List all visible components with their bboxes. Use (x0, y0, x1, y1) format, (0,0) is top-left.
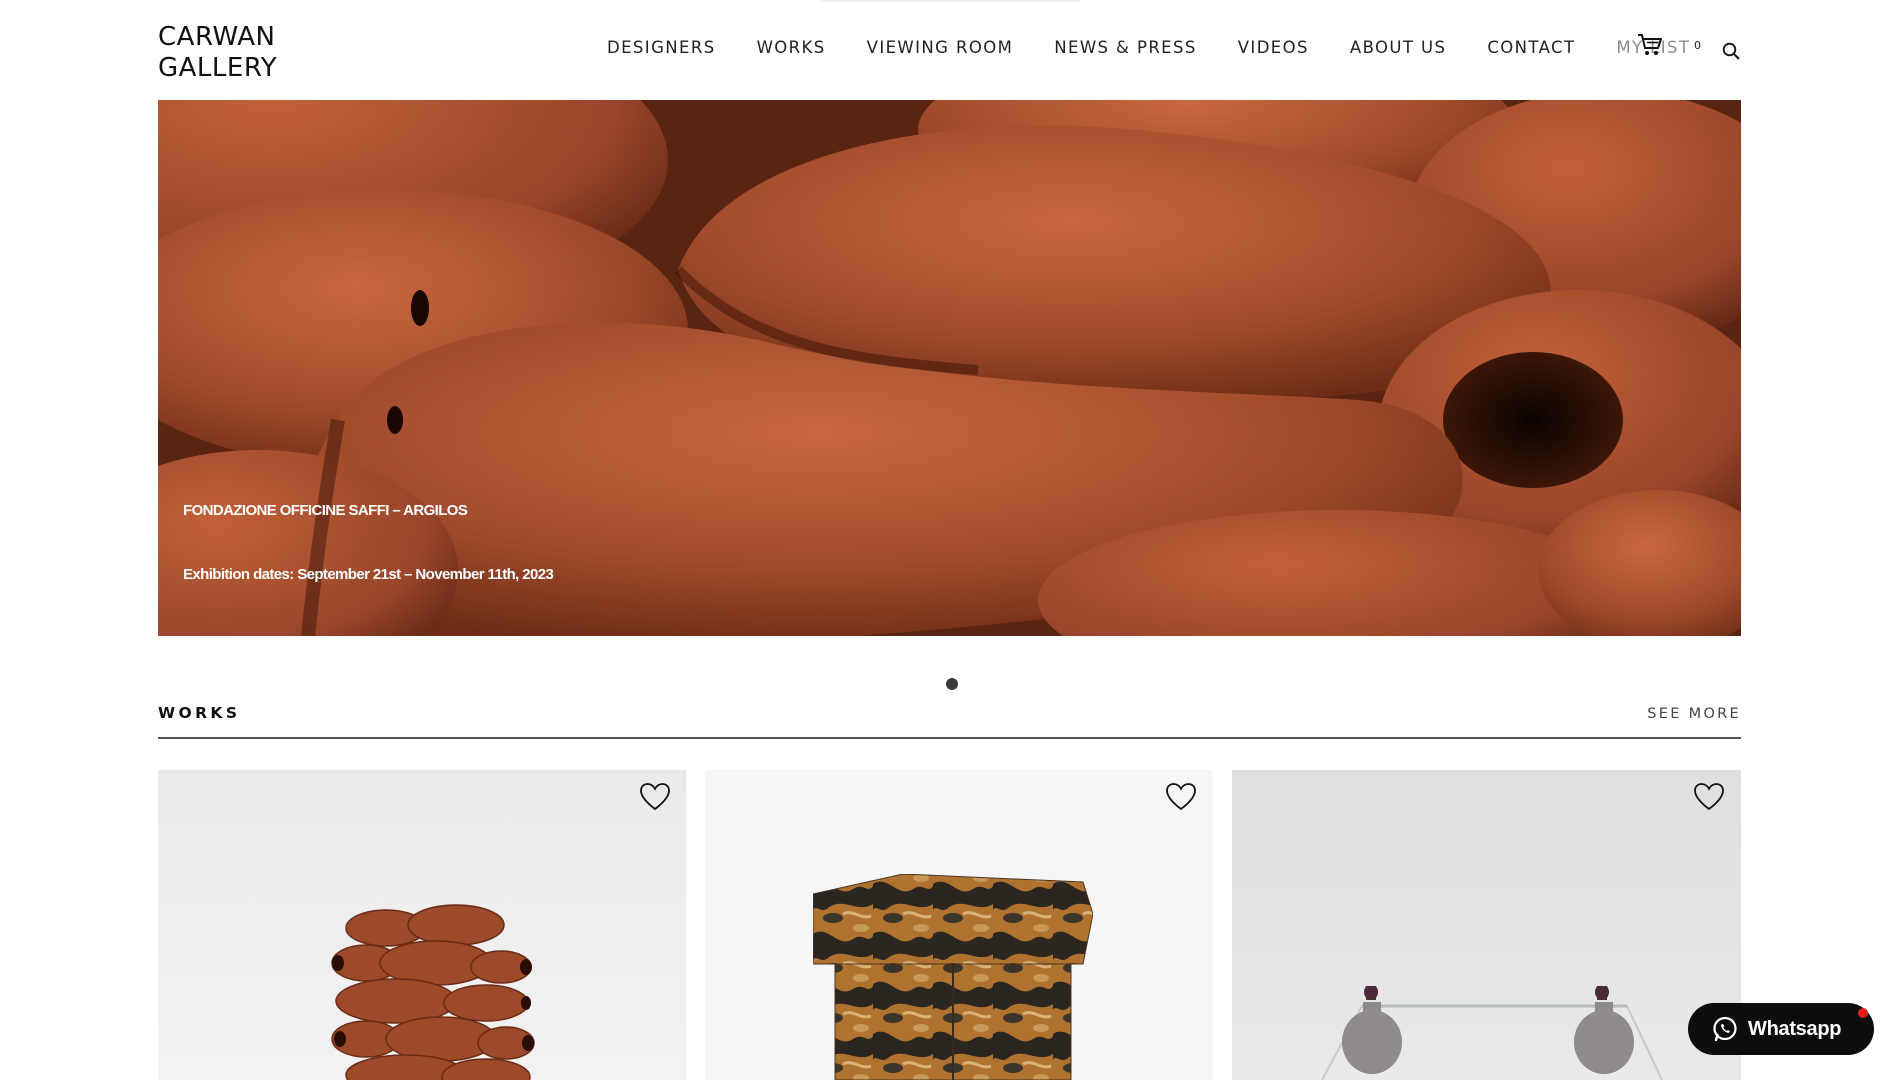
hero-clay-image (158, 100, 1741, 636)
hero-dates: Exhibition dates: September 21st – Novem… (183, 566, 554, 583)
whatsapp-label: Whatsapp (1748, 1017, 1842, 1040)
work-card-1[interactable] (158, 770, 686, 1080)
heart-icon[interactable] (1693, 782, 1725, 812)
gallery-logo[interactable]: CARWAN GALLERY (158, 22, 277, 84)
whatsapp-icon (1713, 1016, 1737, 1042)
nav-designers[interactable]: DESIGNERS (607, 38, 716, 57)
nav-contact[interactable]: CONTACT (1487, 38, 1575, 57)
notification-badge (1858, 1008, 1868, 1018)
hero-title[interactable]: FONDAZIONE OFFICINE SAFFI – ARGILOS (183, 502, 468, 519)
nav-viewing-room[interactable]: VIEWING ROOM (867, 38, 1014, 57)
heart-icon[interactable] (1165, 782, 1197, 812)
hero-slider[interactable]: FONDAZIONE OFFICINE SAFFI – ARGILOS Exhi… (158, 100, 1741, 636)
work-card-3[interactable] (1232, 770, 1741, 1080)
search-icon[interactable] (1722, 42, 1741, 61)
logo-line-2: GALLERY (158, 53, 278, 83)
main-nav: DESIGNERS WORKS VIEWING ROOM NEWS & PRES… (607, 38, 1700, 57)
cart-icon[interactable] (1637, 33, 1663, 57)
heart-icon[interactable] (639, 782, 671, 812)
see-more-link[interactable]: SEE MORE (1647, 706, 1741, 722)
works-heading: WORKS (158, 704, 241, 722)
work-image-1 (331, 904, 535, 1080)
slider-dot-1[interactable] (946, 678, 958, 690)
whatsapp-button[interactable]: Whatsapp (1688, 1003, 1874, 1055)
cart-count: 0 (1694, 39, 1701, 52)
nav-news-press[interactable]: NEWS & PRESS (1054, 38, 1197, 57)
work-image-3 (1321, 986, 1663, 1080)
section-divider (158, 737, 1741, 739)
nav-works[interactable]: WORKS (757, 38, 826, 57)
nav-videos[interactable]: VIDEOS (1238, 38, 1309, 57)
nav-about-us[interactable]: ABOUT US (1350, 38, 1446, 57)
logo-line-1: CARWAN (158, 22, 276, 52)
work-card-2[interactable] (705, 770, 1213, 1080)
header-shadow (820, 0, 1080, 3)
work-image-2 (813, 874, 1093, 1080)
